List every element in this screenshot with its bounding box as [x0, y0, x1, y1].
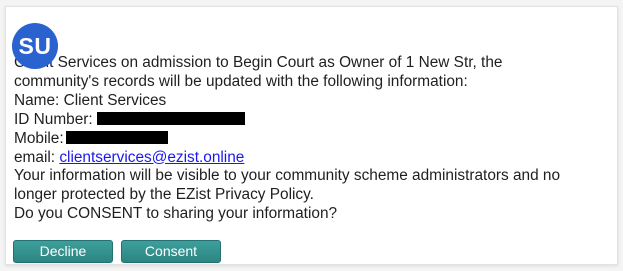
email-link[interactable]: clientservices@ezist.online — [59, 149, 244, 166]
mobile-line: Mobile: — [14, 130, 614, 149]
id-number-label: ID Number: — [14, 110, 93, 128]
mobile-redacted — [65, 130, 168, 144]
id-number-line: ID Number: — [14, 111, 614, 130]
email-label: email: — [14, 148, 56, 166]
action-buttons: Decline Consent — [13, 240, 221, 263]
mobile-label: Mobile: — [14, 129, 64, 147]
id-number-redacted — [96, 111, 245, 125]
consent-dialog: SU Client Services on admission to Begin… — [5, 6, 618, 265]
visibility-line-1: Your information will be visible to your… — [14, 167, 561, 185]
consent-question: Do you CONSENT to sharing your informati… — [14, 205, 338, 223]
message-line-2: community's records will be updated with… — [14, 72, 468, 90]
name-line: Name: Client Services — [14, 91, 167, 109]
user-avatar: SU — [12, 23, 58, 69]
visibility-line-2: longer protected by the EZist Privacy Po… — [14, 186, 314, 204]
decline-button[interactable]: Decline — [13, 240, 113, 263]
email-line: email: clientservices@ezist.online — [14, 149, 614, 168]
consent-message: Client Services on admission to Begin Co… — [14, 54, 614, 224]
message-line-1: Client Services on admission to Begin Co… — [14, 54, 503, 71]
consent-button[interactable]: Consent — [121, 240, 221, 263]
